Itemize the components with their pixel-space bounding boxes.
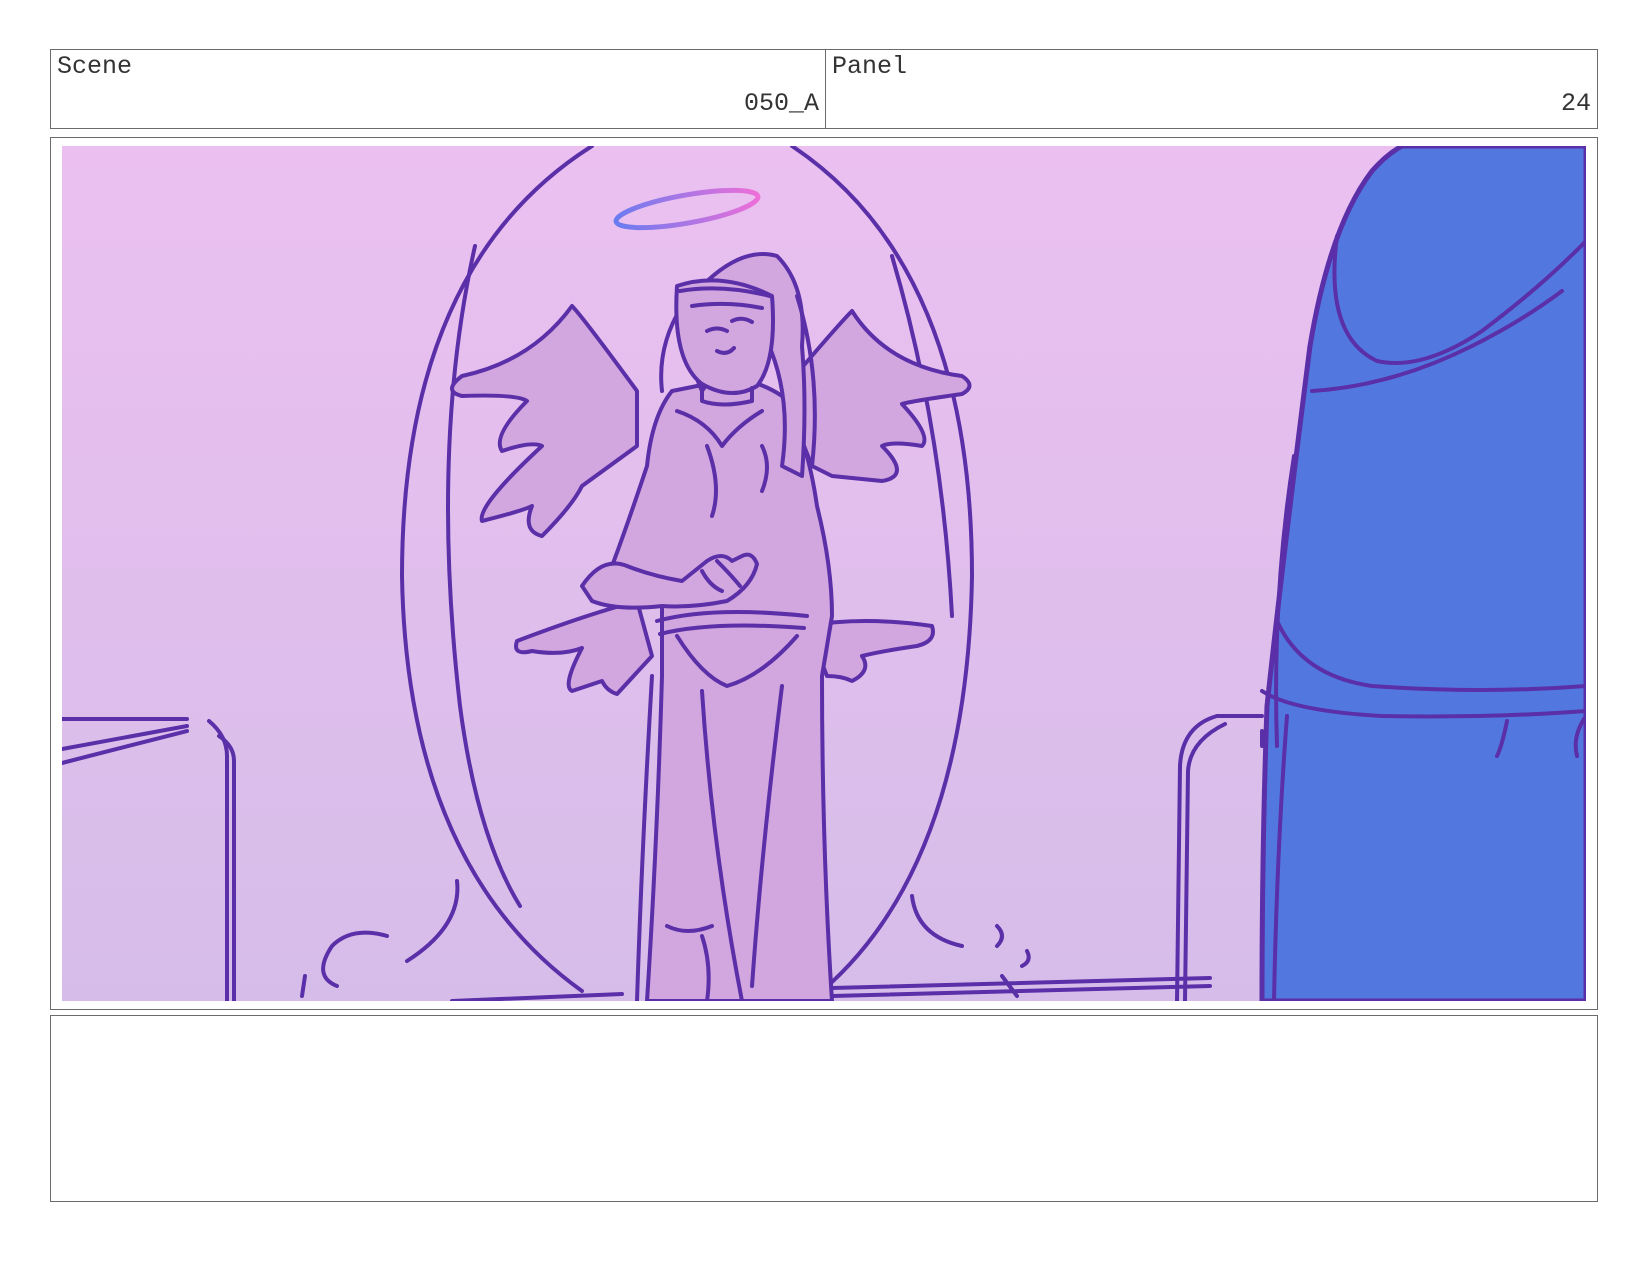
panel-number: 24 [1560,89,1591,118]
storyboard-header: Scene 050_A Panel 24 [50,49,1598,129]
panel-label: Panel [832,52,908,81]
scene-label: Scene [57,52,133,81]
scene-cell: Scene 050_A [51,50,826,128]
notes-box [50,1015,1598,1202]
panel-cell: Panel 24 [826,50,1597,128]
panel-artwork [62,146,1586,1001]
scene-number: 050_A [743,89,819,118]
storyboard-frame [50,137,1598,1010]
